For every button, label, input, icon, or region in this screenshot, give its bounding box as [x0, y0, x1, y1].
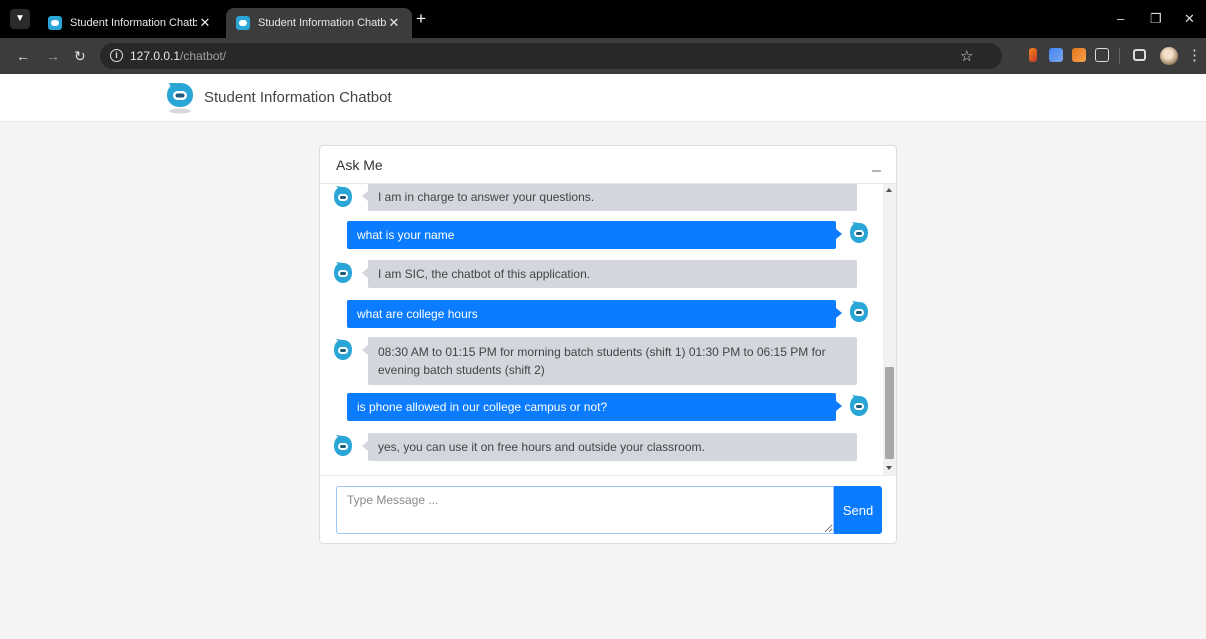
chat-messages[interactable]: I am in charge to answer your questions.…: [320, 184, 896, 475]
brand-title[interactable]: Student Information Chatbot: [204, 89, 392, 106]
profile-avatar[interactable]: [1160, 47, 1178, 65]
user-avatar-icon: [850, 301, 868, 322]
scroll-up-arrow-icon[interactable]: [886, 188, 892, 192]
user-message-bubble: is phone allowed in our college campus o…: [347, 393, 842, 421]
metamask-extension-icon[interactable]: [1072, 48, 1086, 62]
bot-avatar-icon: [334, 262, 352, 283]
site-navbar: Student Information Chatbot: [0, 74, 1206, 122]
user-message-bubble: what are college hours: [347, 300, 842, 328]
tab-title: Student Information Chatbot: [70, 17, 197, 29]
chatbot-logo-icon[interactable]: [164, 80, 196, 114]
close-window-icon[interactable]: ✕: [1184, 11, 1195, 27]
new-tab-plus-icon[interactable]: +: [416, 10, 426, 27]
close-tab-icon[interactable]: ✕: [197, 15, 213, 31]
chat-widget: Ask Me I am in charge to answer your que…: [319, 145, 897, 544]
user-message-bubble: what is your name: [347, 221, 842, 249]
chat-title: Ask Me: [336, 157, 383, 173]
bot-message-bubble: yes, you can use it on free hours and ou…: [362, 433, 857, 461]
browser-tab-2[interactable]: Student Information Chatbot ✕: [226, 8, 412, 38]
bot-avatar-icon: [334, 435, 352, 456]
chatbot-favicon-icon: [236, 16, 250, 30]
minimize-window-icon[interactable]: –: [1117, 11, 1124, 26]
tab-search-icon[interactable]: ▼: [10, 9, 30, 29]
bot-message-bubble: I am in charge to answer your questions.: [362, 184, 857, 211]
chat-header: Ask Me: [320, 146, 896, 184]
translate-extension-icon[interactable]: [1049, 48, 1063, 62]
browser-tab-1[interactable]: Student Information Chatbot ✕: [38, 8, 223, 38]
chat-input-area: Send: [320, 475, 896, 543]
extensions-puzzle-icon[interactable]: [1095, 48, 1109, 62]
brave-extension-icon[interactable]: [1029, 48, 1037, 62]
forward-arrow-icon[interactable]: →: [46, 47, 60, 65]
scroll-down-arrow-icon[interactable]: [886, 466, 892, 470]
back-arrow-icon[interactable]: ←: [16, 47, 30, 65]
close-tab-icon[interactable]: ✕: [386, 15, 402, 31]
browser-menu-icon[interactable]: ⋮: [1187, 46, 1202, 64]
user-avatar-icon: [850, 395, 868, 416]
scrollbar-thumb[interactable]: [885, 367, 894, 459]
minimize-chat-icon[interactable]: [872, 170, 881, 172]
site-info-icon[interactable]: i: [110, 49, 123, 62]
browser-toolbar: ← → ↻ i 127.0.0.1/chatbot/ ☆ ⋮: [0, 38, 1206, 74]
send-button[interactable]: Send: [834, 486, 882, 534]
reload-icon[interactable]: ↻: [74, 47, 86, 65]
url-text: 127.0.0.1/chatbot/: [130, 49, 227, 63]
tab-title: Student Information Chatbot: [258, 17, 386, 29]
chatbot-favicon-icon: [48, 16, 62, 30]
address-bar[interactable]: i 127.0.0.1/chatbot/ ☆: [100, 43, 1002, 69]
bot-message-bubble: I am SIC, the chatbot of this applicatio…: [362, 260, 857, 288]
bot-message-bubble: 08:30 AM to 01:15 PM for morning batch s…: [362, 337, 857, 385]
bot-avatar-icon: [334, 186, 352, 207]
bot-avatar-icon: [334, 339, 352, 360]
side-panel-icon[interactable]: [1133, 49, 1146, 61]
bookmark-star-icon[interactable]: ☆: [960, 47, 973, 65]
user-avatar-icon: [850, 222, 868, 243]
restore-window-icon[interactable]: ❐: [1150, 11, 1162, 27]
message-input[interactable]: [336, 486, 834, 534]
toolbar-divider: [1119, 48, 1120, 64]
browser-tab-bar: ▼ Student Information Chatbot ✕ Student …: [0, 0, 1206, 38]
